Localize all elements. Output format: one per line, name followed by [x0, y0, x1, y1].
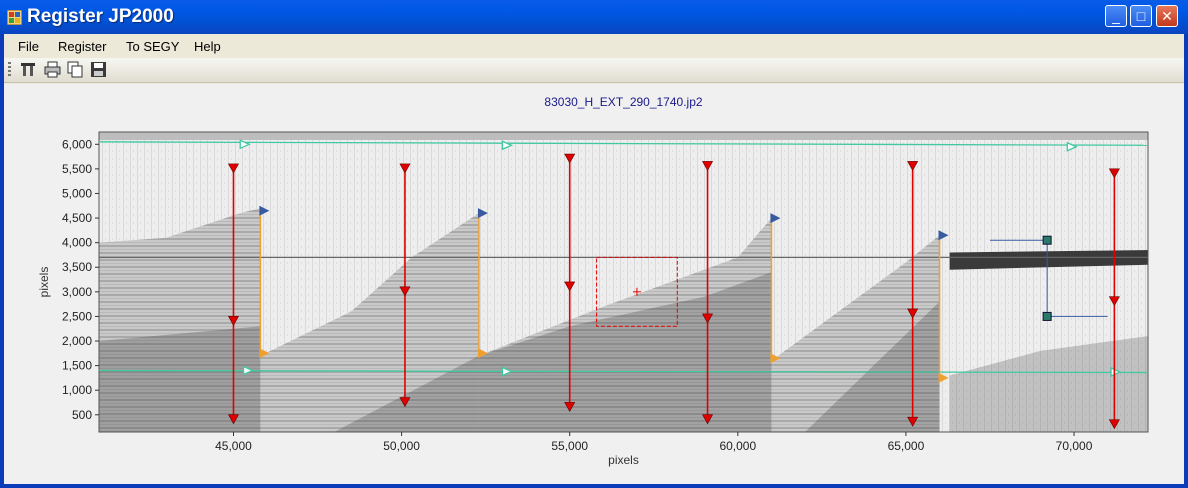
y-tick-label: 1,500	[62, 359, 92, 373]
y-tick-label: 3,000	[62, 285, 92, 299]
y-axis: 6,000 5,500 5,000 4,500 4,000 3,500 3,000 2,500…	[62, 137, 99, 422]
menu-bar: File Register To SEGY Help	[4, 34, 1184, 58]
drag-handle	[1042, 235, 1052, 245]
y-tick-label: 4,000	[62, 236, 92, 250]
y-tick-label: 3,500	[62, 260, 92, 274]
app-window: Register JP2000 _ □ ✕ File Register To S…	[0, 0, 1188, 488]
y-tick-label: 2,000	[62, 334, 92, 348]
menu-register[interactable]: Register	[58, 39, 106, 54]
y-tick-label: 6,000	[62, 137, 92, 151]
print-icon[interactable]	[44, 61, 61, 78]
x-tick-label: 50,000	[383, 439, 420, 453]
window-border-left	[0, 34, 4, 488]
y-tick-label: 4,500	[62, 211, 92, 225]
y-tick-label: 2,500	[62, 309, 92, 323]
plot-panel: 83030_H_EXT_290_1740.jp2 6,000 5,500 5,000…	[4, 84, 1184, 484]
seismic-image	[99, 132, 1148, 432]
title-bar[interactable]: Register JP2000 _ □ ✕	[0, 0, 1188, 34]
x-axis: 45,000 50,000 55,000 60,000 65,000 70,000	[215, 432, 1093, 453]
toolbar	[4, 58, 1184, 83]
drag-handle	[1042, 311, 1052, 321]
copy-icon[interactable]	[67, 61, 84, 78]
x-tick-label: 60,000	[719, 439, 756, 453]
x-tick-label: 70,000	[1056, 439, 1093, 453]
x-tick-label: 65,000	[888, 439, 925, 453]
chart-title: 83030_H_EXT_290_1740.jp2	[544, 95, 702, 109]
y-axis-label: pixels	[37, 267, 51, 298]
top-band	[99, 132, 1148, 140]
y-tick-label: 500	[72, 408, 92, 422]
x-axis-label: pixels	[608, 453, 639, 467]
window-title: Register JP2000	[27, 6, 174, 27]
save-icon[interactable]	[90, 61, 107, 78]
y-tick-label: 5,000	[62, 186, 92, 200]
menu-file[interactable]: File	[18, 39, 39, 54]
maximize-button[interactable]: □	[1130, 5, 1152, 27]
x-tick-label: 55,000	[551, 439, 588, 453]
window-border-right	[1184, 34, 1188, 488]
y-tick-label: 1,000	[62, 383, 92, 397]
minimize-button[interactable]: _	[1105, 5, 1127, 27]
window-border-bottom	[0, 484, 1188, 488]
x-tick-label: 45,000	[215, 439, 252, 453]
app-icon	[7, 10, 22, 25]
toolbar-grip[interactable]	[8, 62, 11, 78]
menu-to-segy[interactable]: To SEGY	[126, 39, 179, 54]
menu-help[interactable]: Help	[194, 39, 221, 54]
close-button[interactable]: ✕	[1156, 5, 1178, 27]
y-tick-label: 5,500	[62, 162, 92, 176]
chart[interactable]: 83030_H_EXT_290_1740.jp2 6,000 5,500 5,000…	[4, 84, 1184, 484]
tools-icon[interactable]	[20, 61, 37, 78]
